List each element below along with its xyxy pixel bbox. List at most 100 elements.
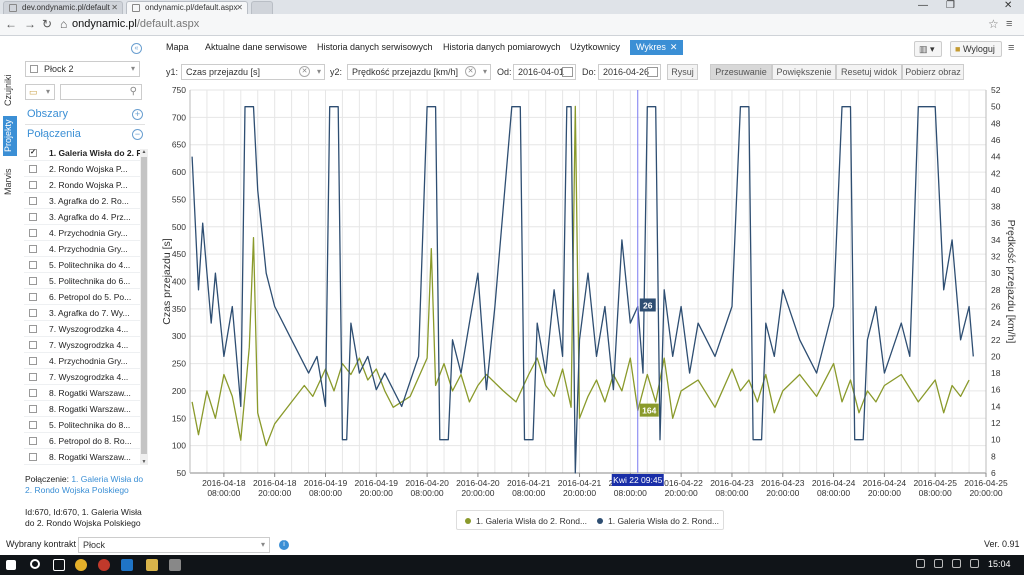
- checkbox[interactable]: [29, 341, 37, 349]
- close-icon[interactable]: ✕: [236, 2, 243, 14]
- zoom-button[interactable]: Powiększenie: [772, 64, 836, 80]
- checkbox[interactable]: [29, 245, 37, 253]
- checkbox[interactable]: [29, 293, 37, 301]
- clear-icon[interactable]: ✕: [299, 66, 310, 77]
- list-item[interactable]: 7. Wyszogrodzka 4...: [24, 321, 140, 337]
- y2-select[interactable]: Prędkość przejazdu [km/h] ✕ ▾: [347, 64, 491, 80]
- checkbox[interactable]: [29, 213, 37, 221]
- nav-wykres-active[interactable]: Wykres ✕: [630, 40, 684, 55]
- reset-view-button[interactable]: Resetuj widok: [836, 64, 902, 80]
- clear-icon[interactable]: ✕: [465, 66, 476, 77]
- list-item[interactable]: 4. Przychodnia Gry...: [24, 225, 140, 241]
- checkbox[interactable]: [29, 229, 37, 237]
- edge-icon[interactable]: [121, 559, 133, 571]
- forward-icon[interactable]: →: [24, 17, 36, 31]
- draw-button[interactable]: Rysuj: [667, 64, 698, 80]
- checkbox[interactable]: [29, 277, 37, 285]
- list-item[interactable]: 8. Rogatki Warszaw...: [24, 385, 140, 401]
- checkbox[interactable]: [29, 261, 37, 269]
- checkbox[interactable]: [29, 389, 37, 397]
- browser-tab-dev[interactable]: dev.ondynamic.pl/default ✕: [3, 1, 123, 14]
- checkbox[interactable]: [29, 437, 37, 445]
- folder-dropdown[interactable]: ▭ ▾: [25, 84, 55, 100]
- legend-item-speed-series[interactable]: 1. Galeria Wisła do 2. Rond...: [465, 516, 587, 526]
- network-icon[interactable]: [916, 559, 925, 568]
- checkbox[interactable]: [29, 325, 37, 333]
- checkbox[interactable]: [29, 197, 37, 205]
- contract-select[interactable]: Płock ▾: [78, 537, 270, 553]
- connections-heading[interactable]: Połączenia: [27, 128, 81, 140]
- notifications-icon[interactable]: [970, 559, 979, 568]
- scroll-down-icon[interactable]: ▼: [140, 459, 148, 465]
- list-item[interactable]: 4. Przychodnia Gry...: [24, 353, 140, 369]
- list-item[interactable]: 3. Agrafka do 7. Wy...: [24, 305, 140, 321]
- add-area-icon[interactable]: +: [132, 109, 143, 120]
- reload-icon[interactable]: ↻: [42, 17, 52, 31]
- areas-heading[interactable]: Obszary: [27, 108, 68, 120]
- browser-menu-icon[interactable]: ≡: [1006, 18, 1012, 30]
- chart[interactable]: 5010015020025030035040045050055060065070…: [150, 82, 1024, 507]
- list-item[interactable]: 5. Politechnika do 6...: [24, 273, 140, 289]
- list-item[interactable]: 6. Petropol do 5. Po...: [24, 289, 140, 305]
- windows-start-icon[interactable]: [6, 560, 16, 570]
- calendar-icon[interactable]: [647, 67, 658, 77]
- collapse-sidebar-icon[interactable]: «: [131, 43, 142, 54]
- home-icon[interactable]: ⌂: [60, 17, 67, 31]
- nav-historia-serwisowych[interactable]: Historia danych serwisowych: [317, 42, 433, 52]
- close-icon[interactable]: ✕: [111, 2, 118, 14]
- info-icon[interactable]: i: [279, 540, 289, 550]
- city-select[interactable]: Płock 2 ▾: [25, 61, 140, 77]
- nav-historia-pomiarowych[interactable]: Historia danych pomiarowych: [443, 42, 561, 52]
- search-icon[interactable]: [30, 559, 40, 569]
- pan-button[interactable]: Przesuwanie: [710, 64, 772, 80]
- checkbox[interactable]: [29, 405, 37, 413]
- list-item[interactable]: 8. Rogatki Warszaw...: [24, 449, 140, 465]
- window-close-icon[interactable]: ✕: [1004, 0, 1012, 11]
- scroll-up-icon[interactable]: ▲: [140, 149, 148, 155]
- list-item[interactable]: 2. Rondo Wojska P...: [24, 161, 140, 177]
- checkbox[interactable]: [29, 181, 37, 189]
- legend-item-time-series[interactable]: 1. Galeria Wisła do 2. Rond...: [597, 516, 719, 526]
- volume-icon[interactable]: [934, 559, 943, 568]
- list-item[interactable]: 3. Agrafka do 2. Ro...: [24, 193, 140, 209]
- checkbox[interactable]: [29, 453, 37, 461]
- checkbox[interactable]: [29, 309, 37, 317]
- restore-icon[interactable]: ❐: [946, 0, 955, 11]
- minimize-icon[interactable]: —: [918, 0, 928, 11]
- side-tab-czujniki[interactable]: Czujniki: [3, 70, 17, 110]
- download-image-button[interactable]: Pobierz obraz: [902, 64, 964, 80]
- logout-button[interactable]: ■ Wyloguj: [950, 41, 1002, 57]
- battery-icon[interactable]: [952, 559, 961, 568]
- checkbox[interactable]: [29, 421, 37, 429]
- close-tab-icon[interactable]: ✕: [670, 42, 678, 52]
- list-item[interactable]: 2. Rondo Wojska P...: [24, 177, 140, 193]
- side-tab-marvis[interactable]: Marvis: [3, 166, 17, 198]
- new-tab-button[interactable]: [251, 1, 273, 14]
- app-menu-icon[interactable]: ≡: [1008, 42, 1014, 54]
- file-explorer-icon[interactable]: [146, 559, 158, 571]
- chrome-icon[interactable]: [75, 559, 87, 571]
- list-item[interactable]: 5. Politechnika do 4...: [24, 257, 140, 273]
- calendar-icon[interactable]: [562, 67, 573, 77]
- collapse-connections-icon[interactable]: −: [132, 129, 143, 140]
- date-from-input[interactable]: 2016-04-01: [513, 64, 576, 80]
- task-view-icon[interactable]: [53, 559, 65, 571]
- checkbox[interactable]: [29, 357, 37, 365]
- list-item[interactable]: 4. Przychodnia Gry...: [24, 241, 140, 257]
- side-tab-projekty[interactable]: Projekty: [3, 116, 17, 156]
- y1-select[interactable]: Czas przejazdu [s] ✕ ▾: [181, 64, 325, 80]
- nav-aktualne-dane[interactable]: Aktualne dane serwisowe: [205, 42, 307, 52]
- list-item[interactable]: 7. Wyszogrodzka 4...: [24, 337, 140, 353]
- chart-menu-button[interactable]: ▥ ▾: [914, 41, 942, 57]
- list-item[interactable]: 7. Wyszogrodzka 4...: [24, 369, 140, 385]
- checkbox[interactable]: [29, 165, 37, 173]
- list-item[interactable]: 8. Rogatki Warszaw...: [24, 401, 140, 417]
- bookmark-star-icon[interactable]: ☆: [988, 17, 999, 31]
- checkbox[interactable]: [29, 373, 37, 381]
- list-item[interactable]: ✓ 1. Galeria Wisła do 2. Rondo Wojska Pol…: [24, 145, 140, 161]
- list-item[interactable]: 5. Politechnika do 8...: [24, 417, 140, 433]
- nav-uzytkownicy[interactable]: Użytkownicy: [570, 42, 620, 52]
- app-icon[interactable]: [169, 559, 181, 571]
- back-icon[interactable]: ←: [5, 17, 17, 31]
- scrollbar-thumb[interactable]: [141, 157, 147, 454]
